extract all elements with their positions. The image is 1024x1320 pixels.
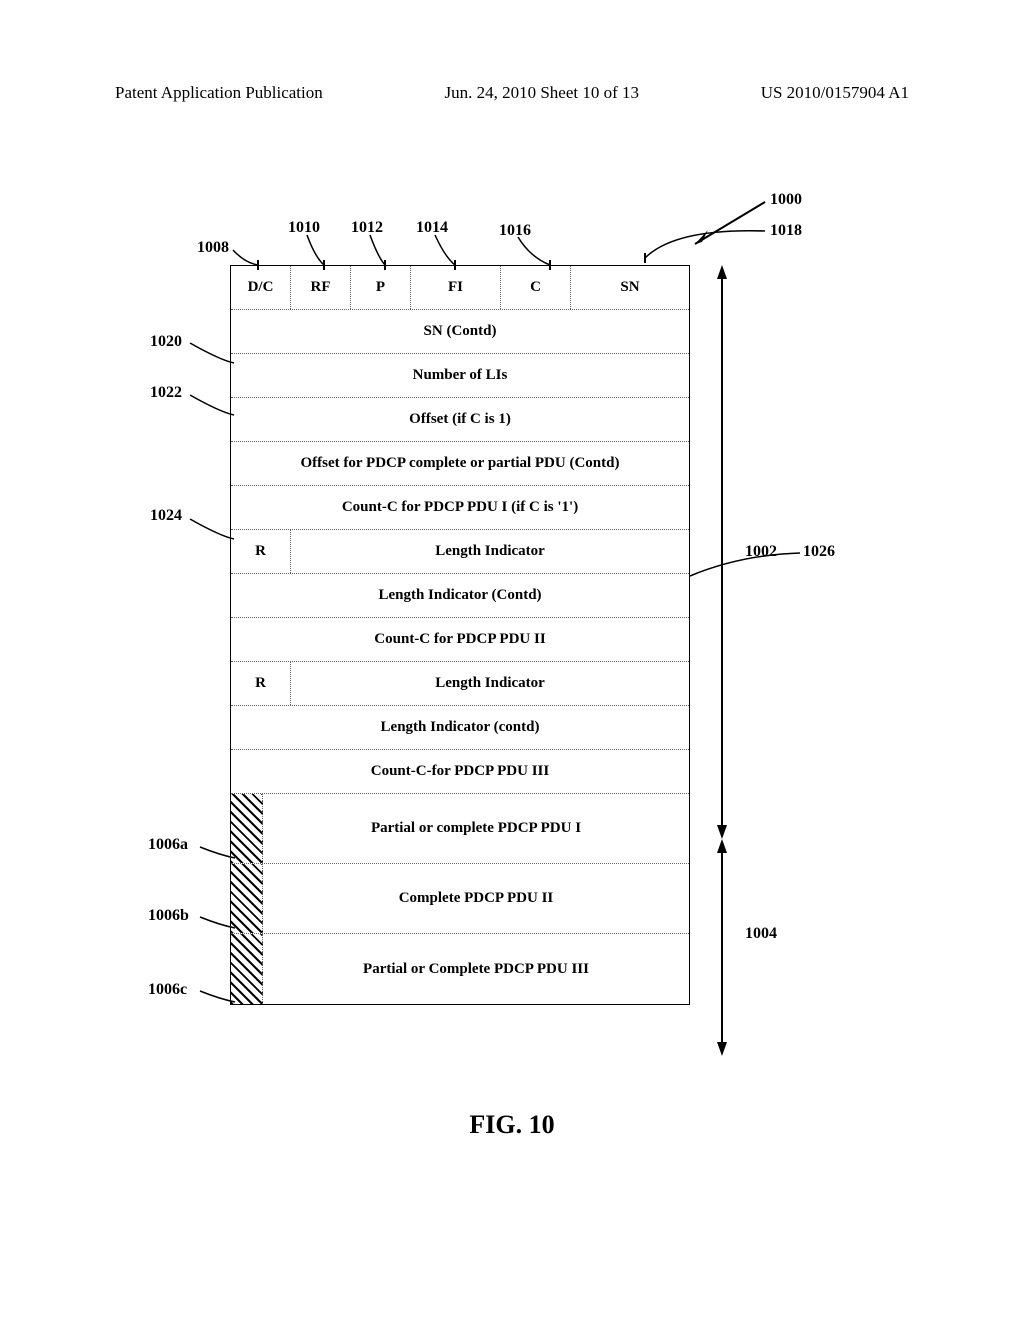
cell-c: C — [501, 266, 571, 309]
hatch-1006a — [231, 794, 263, 863]
cell-sn: SN — [571, 266, 689, 309]
cell-fi: FI — [411, 266, 501, 309]
pdu-structure-table: D/C RF P FI C SN SN (Contd) Number of LI… — [230, 265, 690, 1005]
cell-pdu2: Complete PDCP PDU II — [263, 864, 689, 933]
bracket-1004 — [712, 839, 742, 1056]
leader-1022 — [190, 387, 235, 417]
label-1006c: 1006c — [148, 981, 187, 999]
row-offset-contd: Offset for PDCP complete or partial PDU … — [231, 442, 689, 486]
row-r-li-1: R Length Indicator — [231, 530, 689, 574]
cell-li2-contd: Length Indicator (contd) — [231, 706, 689, 749]
header-left: Patent Application Publication — [115, 83, 323, 103]
cell-li2: Length Indicator — [291, 662, 689, 705]
page-header: Patent Application Publication Jun. 24, … — [115, 83, 909, 103]
row-offset: Offset (if C is 1) — [231, 398, 689, 442]
cell-offset: Offset (if C is 1) — [231, 398, 689, 441]
row-header-fields: D/C RF P FI C SN — [231, 266, 689, 310]
cell-r2: R — [231, 662, 291, 705]
row-countc3: Count-C-for PDCP PDU III — [231, 750, 689, 794]
label-1022: 1022 — [150, 384, 182, 402]
cell-rf: RF — [291, 266, 351, 309]
cell-pdu3: Partial or Complete PDCP PDU III — [263, 934, 689, 1004]
row-pdu1: Partial or complete PDCP PDU I — [231, 794, 689, 864]
header-right: US 2010/0157904 A1 — [761, 83, 909, 103]
row-pdu3: Partial or Complete PDCP PDU III — [231, 934, 689, 1004]
hatch-1006c — [231, 934, 263, 1004]
label-1020: 1020 — [150, 333, 182, 351]
cell-r1: R — [231, 530, 291, 573]
cell-li1-contd: Length Indicator (Contd) — [231, 574, 689, 617]
label-1008: 1008 — [197, 239, 229, 257]
leader-1020 — [190, 335, 235, 365]
header-center: Jun. 24, 2010 Sheet 10 of 13 — [444, 83, 639, 103]
cell-num-li: Number of LIs — [231, 354, 689, 397]
label-1006a: 1006a — [148, 836, 188, 854]
cell-offset-contd: Offset for PDCP complete or partial PDU … — [231, 442, 689, 485]
leader-1026 — [690, 550, 800, 580]
figure-caption: FIG. 10 — [0, 1110, 1024, 1140]
cell-countc2: Count-C for PDCP PDU II — [231, 618, 689, 661]
label-1000: 1000 — [770, 191, 802, 209]
hatch-1006b — [231, 864, 263, 933]
row-sn-contd: SN (Contd) — [231, 310, 689, 354]
label-1026: 1026 — [803, 543, 835, 561]
label-1024: 1024 — [150, 507, 182, 525]
cell-pdu1: Partial or complete PDCP PDU I — [263, 794, 689, 863]
label-1018: 1018 — [770, 222, 802, 240]
cell-countc1: Count-C for PDCP PDU I (if C is '1') — [231, 486, 689, 529]
row-pdu2: Complete PDCP PDU II — [231, 864, 689, 934]
cell-sn-contd: SN (Contd) — [231, 310, 689, 353]
label-1006b: 1006b — [148, 907, 189, 925]
row-countc2: Count-C for PDCP PDU II — [231, 618, 689, 662]
cell-dc: D/C — [231, 266, 291, 309]
cell-p: P — [351, 266, 411, 309]
label-1004: 1004 — [745, 925, 777, 943]
row-li1-contd: Length Indicator (Contd) — [231, 574, 689, 618]
cell-countc3: Count-C-for PDCP PDU III — [231, 750, 689, 793]
row-r-li-2: R Length Indicator — [231, 662, 689, 706]
cell-li1: Length Indicator — [291, 530, 689, 573]
row-num-li: Number of LIs — [231, 354, 689, 398]
row-li2-contd: Length Indicator (contd) — [231, 706, 689, 750]
leader-1024 — [190, 511, 235, 541]
row-countc1: Count-C for PDCP PDU I (if C is '1') — [231, 486, 689, 530]
